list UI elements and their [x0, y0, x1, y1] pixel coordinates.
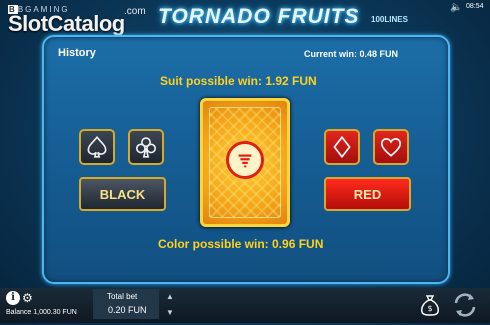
- current-win: Current win: 0.48 FUN: [304, 49, 399, 59]
- balance: Balance 1,000.30 FUN: [6, 309, 77, 316]
- info-icon[interactable]: i: [6, 291, 20, 305]
- bet-increase-icon[interactable]: ▲: [166, 292, 174, 301]
- club-icon: [135, 137, 157, 158]
- hearts-button[interactable]: [373, 129, 409, 165]
- gear-icon[interactable]: ⚙: [22, 291, 33, 305]
- watermark-brand: SlotCatalog: [8, 11, 125, 36]
- total-bet-value: 0.20 FUN: [108, 305, 147, 315]
- game-title: TORNADO FRUITS: [158, 5, 360, 28]
- tornado-logo-icon: [226, 141, 264, 179]
- watermark-suffix: .com: [124, 6, 146, 17]
- suit-possible-win: Suit possible win: 1.92 FUN: [160, 74, 317, 88]
- clock: 08:54: [466, 3, 484, 10]
- heart-icon: [380, 138, 402, 157]
- black-button[interactable]: BLACK: [79, 177, 166, 211]
- red-button[interactable]: RED: [324, 177, 411, 211]
- svg-text:$: $: [427, 304, 432, 313]
- spades-button[interactable]: [79, 129, 115, 165]
- card-back: [200, 98, 290, 227]
- sound-icon[interactable]: 🔈: [450, 2, 462, 13]
- total-bet-label: Total bet: [107, 292, 138, 301]
- history-button[interactable]: History: [58, 47, 96, 59]
- bottom-bar: [0, 288, 490, 323]
- bet-decrease-icon[interactable]: ▼: [166, 308, 174, 317]
- color-possible-win: Color possible win: 0.96 FUN: [158, 237, 324, 251]
- lines-label: 100LINES: [371, 15, 408, 24]
- clubs-button[interactable]: [128, 129, 164, 165]
- spade-icon: [87, 135, 107, 158]
- spin-refresh-icon[interactable]: [450, 290, 480, 325]
- diamond-icon: [333, 135, 351, 159]
- diamonds-button[interactable]: [324, 129, 360, 165]
- money-bag-icon[interactable]: $: [419, 293, 441, 322]
